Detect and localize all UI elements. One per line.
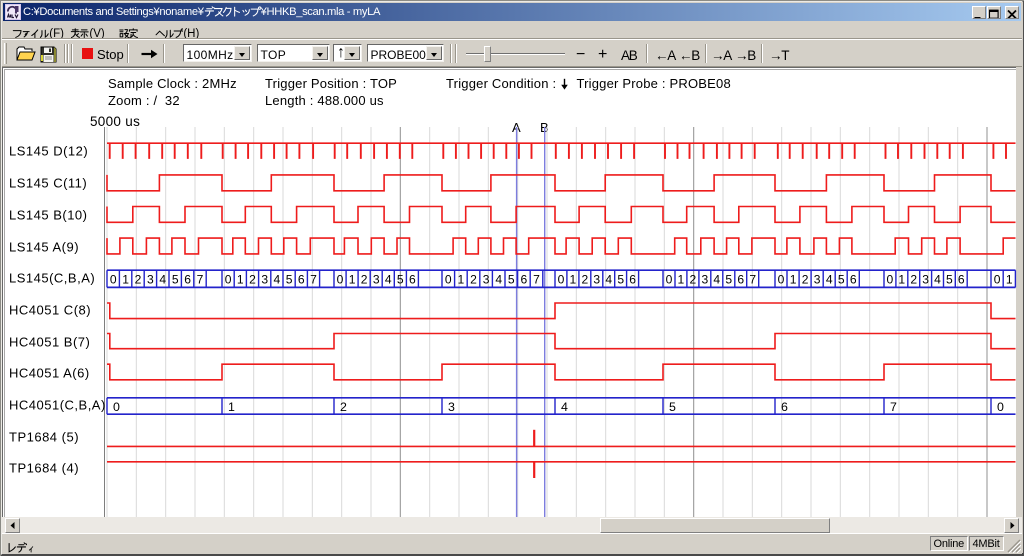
svg-text:6: 6 — [298, 273, 305, 287]
svg-text:0: 0 — [666, 273, 673, 287]
svg-text:4: 4 — [159, 273, 166, 287]
svg-text:3: 3 — [702, 273, 709, 287]
svg-text:3: 3 — [373, 273, 380, 287]
svg-text:3: 3 — [448, 400, 455, 414]
svg-text:1: 1 — [678, 273, 685, 287]
svg-text:1: 1 — [458, 273, 465, 287]
svg-text:5: 5 — [838, 273, 845, 287]
svg-text:1: 1 — [570, 273, 577, 287]
svg-text:7: 7 — [890, 400, 897, 414]
svg-text:2: 2 — [135, 273, 142, 287]
svg-text:6: 6 — [781, 400, 788, 414]
svg-text:2: 2 — [582, 273, 589, 287]
svg-text:0: 0 — [558, 273, 565, 287]
svg-text:7: 7 — [197, 273, 204, 287]
svg-text:2: 2 — [802, 273, 809, 287]
svg-text:0: 0 — [113, 400, 120, 414]
svg-text:0: 0 — [110, 273, 117, 287]
svg-text:6: 6 — [737, 273, 744, 287]
svg-text:0: 0 — [997, 400, 1004, 414]
svg-text:3: 3 — [814, 273, 821, 287]
svg-text:3: 3 — [261, 273, 268, 287]
svg-text:5: 5 — [617, 273, 624, 287]
svg-text:5: 5 — [669, 400, 676, 414]
svg-text:1: 1 — [349, 273, 356, 287]
svg-text:6: 6 — [629, 273, 636, 287]
svg-text:6: 6 — [409, 273, 416, 287]
svg-text:0: 0 — [887, 273, 894, 287]
svg-text:4: 4 — [826, 273, 833, 287]
svg-text:0: 0 — [778, 273, 785, 287]
svg-text:0: 0 — [337, 273, 344, 287]
svg-text:4: 4 — [385, 273, 392, 287]
svg-text:3: 3 — [922, 273, 929, 287]
svg-text:6: 6 — [521, 273, 528, 287]
svg-text:2: 2 — [470, 273, 477, 287]
svg-text:4: 4 — [605, 273, 612, 287]
svg-text:1: 1 — [122, 273, 129, 287]
svg-text:3: 3 — [593, 273, 600, 287]
svg-text:5: 5 — [725, 273, 732, 287]
svg-text:1: 1 — [228, 400, 235, 414]
svg-text:3: 3 — [483, 273, 490, 287]
svg-text:2: 2 — [910, 273, 917, 287]
svg-text:2: 2 — [340, 400, 347, 414]
svg-text:4: 4 — [274, 273, 281, 287]
svg-text:1: 1 — [898, 273, 905, 287]
svg-text:5: 5 — [172, 273, 179, 287]
svg-text:5: 5 — [286, 273, 293, 287]
svg-text:7: 7 — [310, 273, 317, 287]
svg-text:7: 7 — [533, 273, 540, 287]
svg-text:5: 5 — [508, 273, 515, 287]
svg-text:4: 4 — [561, 400, 568, 414]
svg-text:5: 5 — [946, 273, 953, 287]
svg-text:1: 1 — [790, 273, 797, 287]
svg-text:1: 1 — [1006, 273, 1013, 287]
svg-text:3: 3 — [147, 273, 154, 287]
svg-text:2: 2 — [361, 273, 368, 287]
svg-text:4: 4 — [495, 273, 502, 287]
svg-text:0: 0 — [994, 273, 1001, 287]
svg-text:6: 6 — [184, 273, 191, 287]
svg-text:2: 2 — [690, 273, 697, 287]
svg-text:0: 0 — [225, 273, 232, 287]
svg-text:7: 7 — [749, 273, 756, 287]
svg-text:0: 0 — [445, 273, 452, 287]
svg-text:4: 4 — [713, 273, 720, 287]
svg-text:6: 6 — [850, 273, 857, 287]
svg-text:2: 2 — [249, 273, 256, 287]
svg-text:4: 4 — [934, 273, 941, 287]
svg-text:6: 6 — [958, 273, 965, 287]
svg-text:5: 5 — [397, 273, 404, 287]
svg-text:1: 1 — [237, 273, 244, 287]
